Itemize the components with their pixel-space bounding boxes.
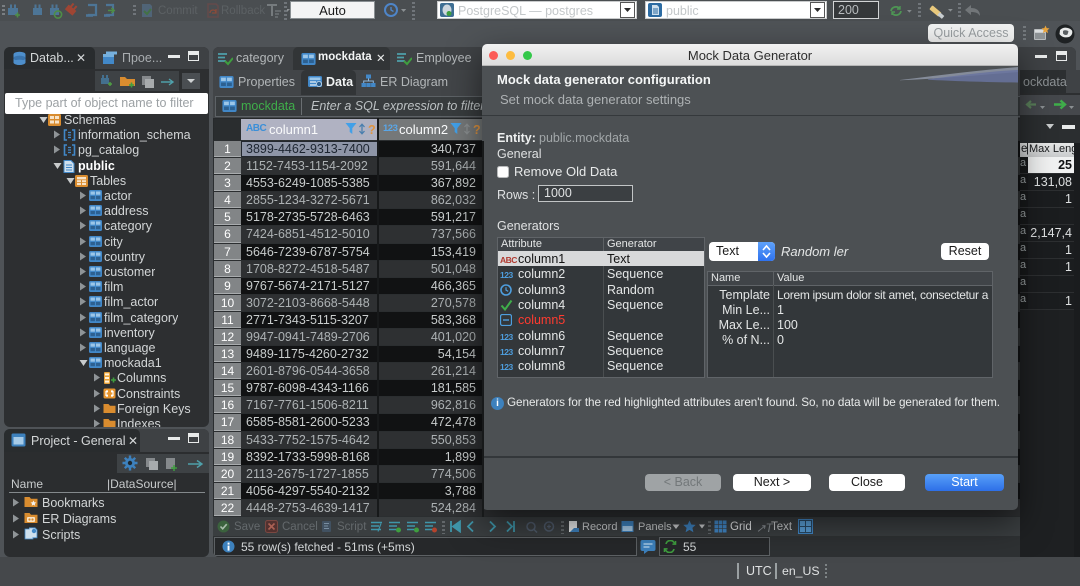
svg-text:?: ? [473,123,481,136]
svg-text:?: ? [368,123,376,136]
